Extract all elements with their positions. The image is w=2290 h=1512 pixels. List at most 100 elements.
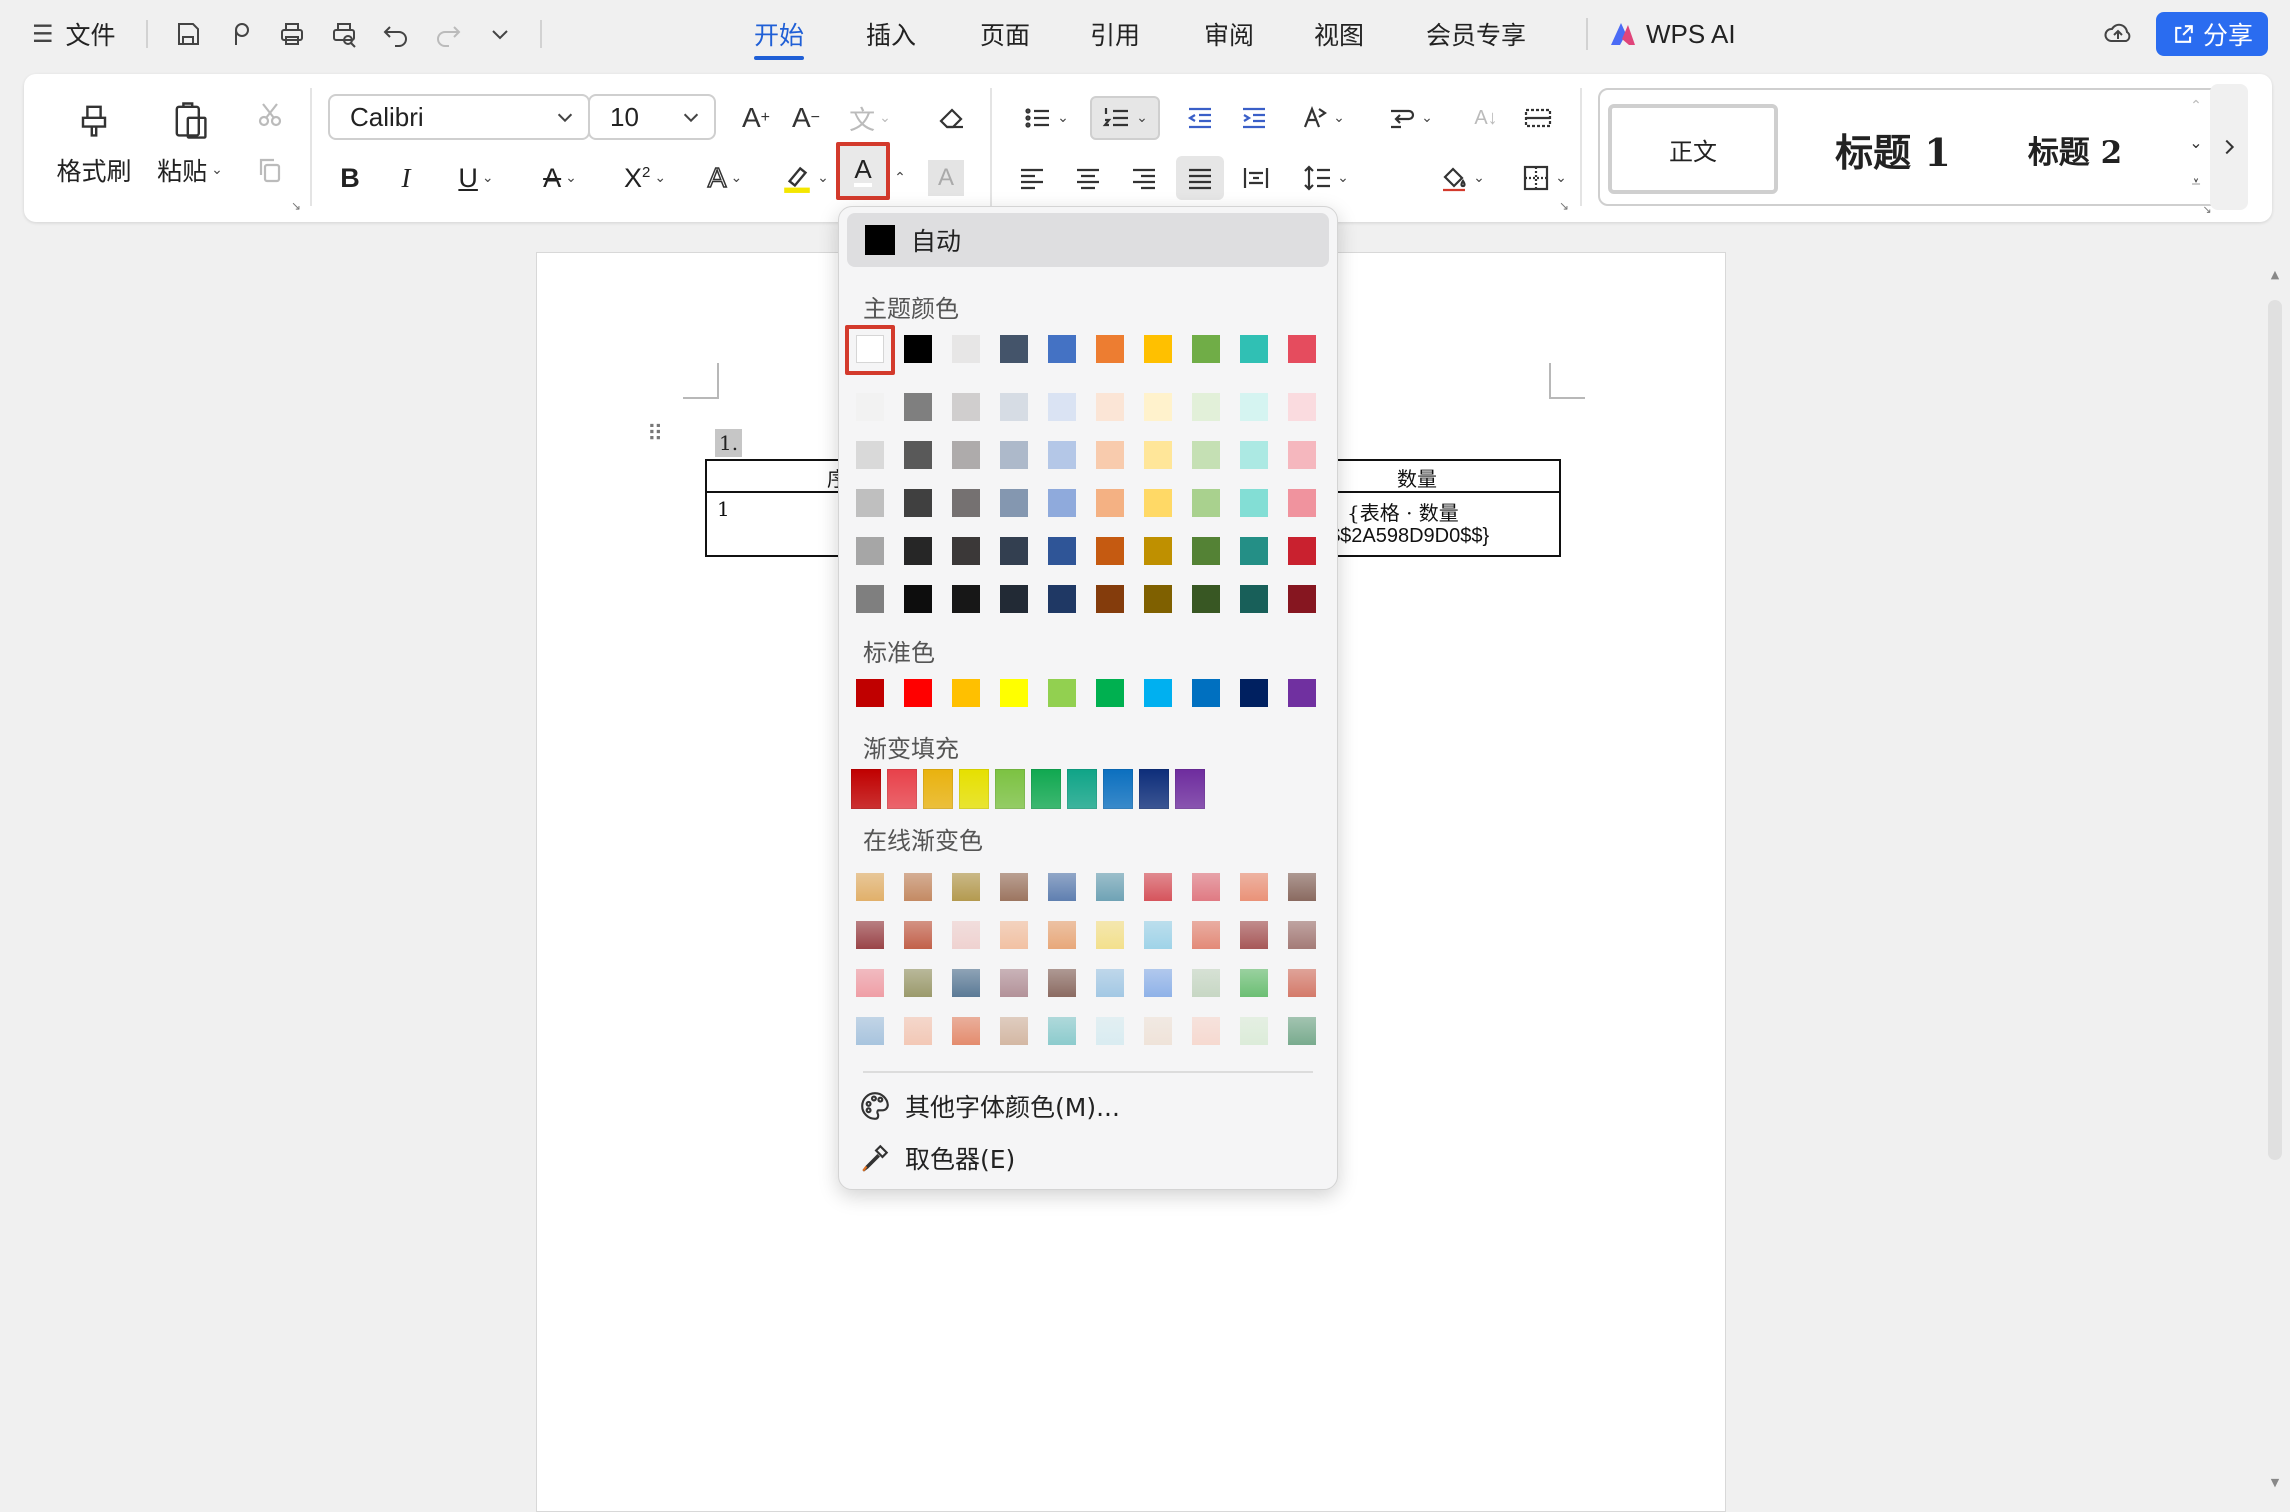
theme-shade-swatch[interactable] <box>1000 537 1028 565</box>
theme-shade-swatch[interactable] <box>1240 585 1268 613</box>
vertical-scrollbar-thumb[interactable] <box>2268 300 2282 1160</box>
text-direction-button[interactable]: ⌄ <box>1290 98 1354 138</box>
theme-color-swatch[interactable] <box>1000 335 1028 363</box>
online-gradient-swatch[interactable] <box>952 921 980 949</box>
theme-shade-swatch[interactable] <box>1192 537 1220 565</box>
online-gradient-swatch[interactable] <box>1096 969 1124 997</box>
theme-color-swatch[interactable] <box>904 335 932 363</box>
theme-color-swatch[interactable] <box>952 335 980 363</box>
standard-color-swatch[interactable] <box>1144 679 1172 707</box>
theme-shade-swatch[interactable] <box>856 537 884 565</box>
standard-color-swatch[interactable] <box>1000 679 1028 707</box>
shrink-font-button[interactable]: A − <box>786 98 826 138</box>
borders-button[interactable]: ⌄ <box>1512 158 1576 198</box>
online-gradient-swatch[interactable] <box>1288 1017 1316 1045</box>
increase-indent-button[interactable] <box>1234 98 1274 138</box>
theme-color-swatch[interactable] <box>1192 335 1220 363</box>
tab-home[interactable]: 开始 <box>754 12 805 60</box>
online-gradient-swatch[interactable] <box>856 969 884 997</box>
align-left-button[interactable] <box>1012 158 1052 198</box>
tab-page[interactable]: 页面 <box>980 12 1030 56</box>
gradient-fill-swatch[interactable] <box>1103 769 1133 809</box>
online-gradient-swatch[interactable] <box>904 1017 932 1045</box>
online-gradient-swatch[interactable] <box>1000 969 1028 997</box>
theme-shade-swatch[interactable] <box>1288 537 1316 565</box>
tab-member[interactable]: 会员专享 <box>1426 12 1526 56</box>
tab-references[interactable]: 引用 <box>1090 12 1140 56</box>
online-gradient-swatch[interactable] <box>1048 1017 1076 1045</box>
gradient-fill-swatch[interactable] <box>1175 769 1205 809</box>
theme-shade-swatch[interactable] <box>1144 393 1172 421</box>
online-gradient-swatch[interactable] <box>1192 873 1220 901</box>
online-gradient-swatch[interactable] <box>856 1017 884 1045</box>
print-preview-button[interactable] <box>324 14 364 54</box>
auto-color-option[interactable]: 自动 <box>847 213 1329 267</box>
online-gradient-swatch[interactable] <box>856 873 884 901</box>
share-button[interactable]: 分享 <box>2156 12 2268 56</box>
style-heading-2[interactable]: 标题 2 <box>1990 104 2160 194</box>
standard-color-swatch[interactable] <box>856 679 884 707</box>
theme-color-swatch[interactable] <box>1144 335 1172 363</box>
gradient-fill-swatch[interactable] <box>887 769 917 809</box>
theme-shade-swatch[interactable] <box>1240 441 1268 469</box>
export-pdf-button[interactable] <box>220 14 260 54</box>
online-gradient-swatch[interactable] <box>1288 969 1316 997</box>
tab-view[interactable]: 视图 <box>1314 12 1364 56</box>
online-gradient-swatch[interactable] <box>1048 921 1076 949</box>
quick-access-more-button[interactable] <box>480 14 520 54</box>
online-gradient-swatch[interactable] <box>952 969 980 997</box>
online-gradient-swatch[interactable] <box>1000 921 1028 949</box>
theme-shade-swatch[interactable] <box>952 489 980 517</box>
theme-shade-swatch[interactable] <box>1240 537 1268 565</box>
styles-scroll-up-button[interactable]: ⌃ <box>2184 94 2208 118</box>
theme-shade-swatch[interactable] <box>952 441 980 469</box>
theme-shade-swatch[interactable] <box>1000 441 1028 469</box>
tab-review[interactable]: 审阅 <box>1204 12 1254 56</box>
save-button[interactable] <box>168 14 208 54</box>
theme-shade-swatch[interactable] <box>1192 393 1220 421</box>
theme-shade-swatch[interactable] <box>952 537 980 565</box>
online-gradient-swatch[interactable] <box>952 1017 980 1045</box>
theme-shade-swatch[interactable] <box>952 393 980 421</box>
strikethrough-button[interactable]: A ⌄ <box>528 158 592 198</box>
gradient-fill-swatch[interactable] <box>959 769 989 809</box>
theme-shade-swatch[interactable] <box>1096 441 1124 469</box>
paragraph-shading-button[interactable]: ⌄ <box>1430 158 1494 198</box>
tab-insert[interactable]: 插入 <box>866 12 916 56</box>
theme-shade-swatch[interactable] <box>856 393 884 421</box>
character-shading-button[interactable]: A <box>928 160 964 196</box>
bullet-list-button[interactable]: ⌄ <box>1016 98 1076 138</box>
standard-color-swatch[interactable] <box>1192 679 1220 707</box>
font-name-select[interactable]: Calibri <box>328 94 590 140</box>
sort-button[interactable]: A↓ <box>1466 98 1506 138</box>
theme-shade-swatch[interactable] <box>1048 537 1076 565</box>
online-gradient-swatch[interactable] <box>1240 873 1268 901</box>
distribute-button[interactable] <box>1236 158 1276 198</box>
line-spacing-button[interactable]: ⌄ <box>1294 158 1358 198</box>
standard-color-swatch[interactable] <box>1096 679 1124 707</box>
theme-shade-swatch[interactable] <box>1096 393 1124 421</box>
theme-color-swatch[interactable] <box>1288 335 1316 363</box>
grow-font-button[interactable]: A + <box>736 98 776 138</box>
theme-shade-swatch[interactable] <box>856 585 884 613</box>
online-gradient-swatch[interactable] <box>1144 873 1172 901</box>
theme-color-swatch[interactable] <box>856 335 884 363</box>
scroll-down-arrow[interactable]: ▼ <box>2268 1476 2282 1492</box>
theme-shade-swatch[interactable] <box>1144 441 1172 469</box>
online-gradient-swatch[interactable] <box>952 873 980 901</box>
online-gradient-swatch[interactable] <box>1144 969 1172 997</box>
wps-ai-button[interactable]: WPS AI <box>1608 12 1736 56</box>
online-gradient-swatch[interactable] <box>904 969 932 997</box>
print-button[interactable] <box>272 14 312 54</box>
online-gradient-swatch[interactable] <box>1096 921 1124 949</box>
scroll-up-arrow[interactable]: ▲ <box>2268 268 2282 284</box>
justify-button[interactable] <box>1176 156 1224 200</box>
gradient-fill-swatch[interactable] <box>1139 769 1169 809</box>
online-gradient-swatch[interactable] <box>1192 969 1220 997</box>
online-gradient-swatch[interactable] <box>904 921 932 949</box>
eyedropper-option[interactable]: 取色器(E) <box>859 1137 1015 1179</box>
theme-shade-swatch[interactable] <box>1240 393 1268 421</box>
standard-color-swatch[interactable] <box>904 679 932 707</box>
superscript-button[interactable]: X2 ⌄ <box>610 158 680 198</box>
standard-color-swatch[interactable] <box>1288 679 1316 707</box>
